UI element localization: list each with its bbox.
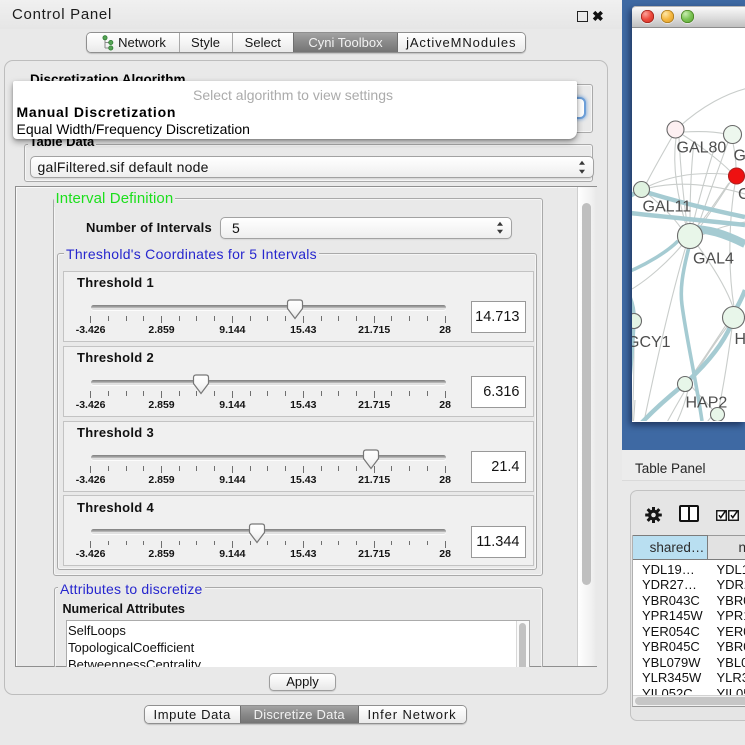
svg-text:GA: GA xyxy=(734,148,745,165)
svg-text:C: C xyxy=(738,186,745,203)
svg-text:HI: HI xyxy=(735,331,745,348)
svg-text:GAL4: GAL4 xyxy=(693,251,734,268)
svg-text:GAL11: GAL11 xyxy=(643,199,692,216)
svg-text:GCY1: GCY1 xyxy=(632,334,671,351)
svg-text:GAL80: GAL80 xyxy=(677,140,727,157)
svg-text:HAP2: HAP2 xyxy=(686,395,728,412)
